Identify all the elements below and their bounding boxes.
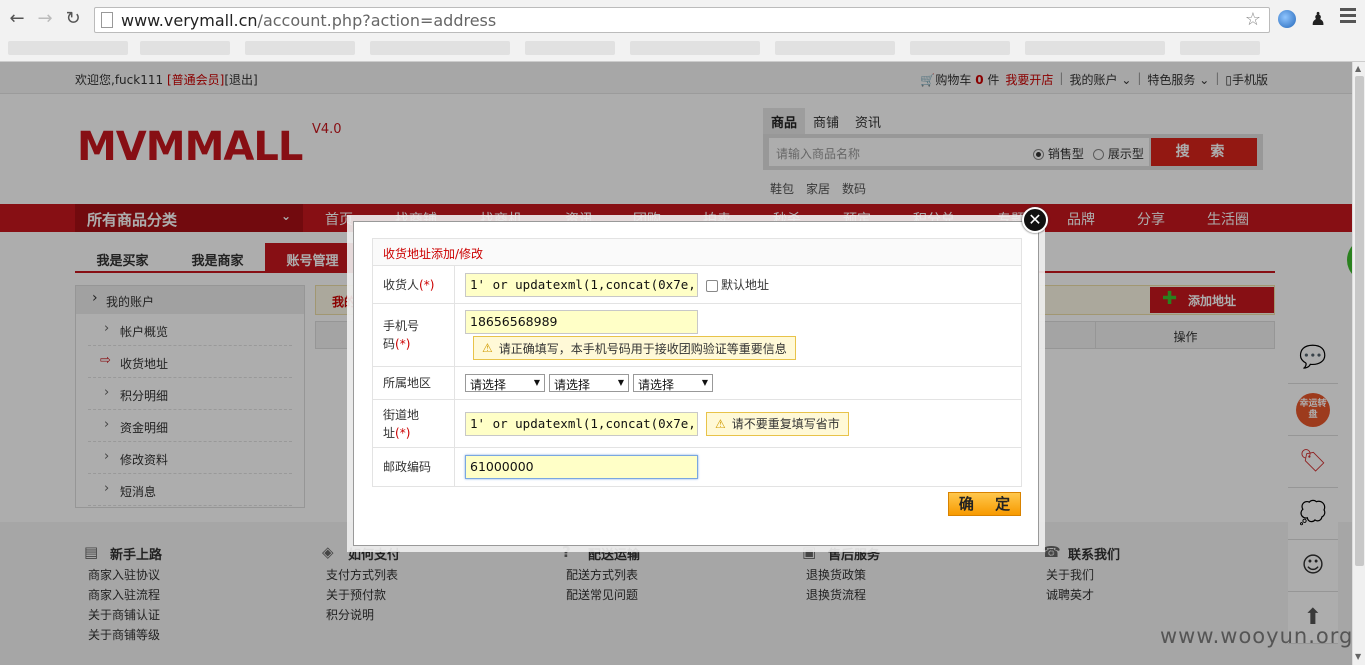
warning-icon: ⚠ — [715, 416, 726, 431]
district-select[interactable]: 请选择 ▼ — [633, 374, 713, 392]
dropdown-arrow-icon: ▼ — [533, 378, 540, 387]
zip-input[interactable]: 61000000 — [465, 455, 698, 479]
consignee-input[interactable]: 1' or updatexml(1,concat(0x7e,(user( — [465, 272, 698, 297]
consignee-value-cell: 1' or updatexml(1,concat(0x7e,(user( 默认地… — [455, 266, 1021, 303]
bookmark-item[interactable] — [1025, 41, 1165, 55]
browser-menu-icon[interactable] — [1340, 8, 1356, 26]
scroll-thumb[interactable] — [1355, 76, 1364, 566]
url-path: /account.php?action=address — [257, 11, 497, 30]
row-phone: 手机号 码(*) 18656568989 ⚠ 请正确填写，本手机号码用于接收团购验证… — [373, 304, 1021, 367]
bookmark-item[interactable] — [245, 41, 355, 55]
url-text[interactable]: www.verymall.cn/account.php?action=addre… — [121, 11, 496, 30]
address-bar[interactable]: www.verymall.cn/account.php?action=addre… — [94, 7, 1270, 33]
page-icon — [101, 12, 113, 28]
confirm-button[interactable]: 确 定 — [948, 492, 1021, 516]
zip-value-cell: 61000000 — [455, 448, 1021, 486]
default-address-checkbox[interactable]: 默认地址 — [706, 276, 769, 293]
bookmark-item[interactable] — [630, 41, 760, 55]
street-warning: ⚠ 请不要重复填写省市 — [706, 411, 849, 436]
phone-input[interactable]: 18656568989 — [465, 310, 698, 334]
bookmarks-bar — [0, 38, 1365, 60]
dropdown-arrow-icon: ▼ — [701, 378, 708, 387]
forward-arrow-icon[interactable]: → — [34, 8, 56, 30]
browser-chrome: ← → ↻ www.verymall.cn/account.php?action… — [0, 0, 1365, 62]
reload-icon[interactable]: ↻ — [62, 8, 84, 30]
bookmark-item[interactable] — [370, 41, 510, 55]
bookmark-item[interactable] — [910, 41, 1010, 55]
phone-label: 手机号 码(*) — [373, 304, 455, 366]
bookmark-item[interactable] — [140, 41, 230, 55]
page-scrollbar[interactable]: ▲ ▼ — [1352, 62, 1365, 665]
bookmark-item[interactable] — [525, 41, 615, 55]
globe-extension-icon[interactable] — [1278, 10, 1296, 28]
row-zip: 邮政编码 61000000 — [373, 448, 1021, 486]
scroll-up-arrow-icon[interactable]: ▲ — [1355, 64, 1361, 73]
region-label: 所属地区 — [373, 367, 455, 399]
bookmark-item[interactable] — [8, 41, 128, 55]
flask-extension-icon[interactable]: ♟ — [1310, 9, 1326, 30]
address-modal: 收货地址添加/修改 收货人 (*) 1' or updatexml(1,conca… — [353, 221, 1039, 546]
row-region: 所属地区 请选择 ▼ 请选择 ▼ 请选择 ▼ — [373, 367, 1021, 400]
bookmark-item[interactable] — [1180, 41, 1260, 55]
phone-value-cell: 18656568989 ⚠ 请正确填写，本手机号码用于接收团购验证等重要信息 — [455, 304, 1021, 366]
form-title: 收货地址添加/修改 — [373, 239, 1021, 266]
address-form: 收货地址添加/修改 收货人 (*) 1' or updatexml(1,conca… — [372, 238, 1022, 487]
city-select[interactable]: 请选择 ▼ — [549, 374, 629, 392]
consignee-label: 收货人 (*) — [373, 266, 455, 303]
bookmark-star-icon[interactable]: ☆ — [1245, 9, 1261, 30]
row-consignee: 收货人(*) 1' or updatexml(1,concat(0x7e,(us… — [373, 266, 1021, 304]
back-arrow-icon[interactable]: ← — [6, 8, 28, 30]
phone-warning: ⚠ 请正确填写，本手机号码用于接收团购验证等重要信息 — [473, 336, 796, 360]
zip-label: 邮政编码 — [373, 448, 455, 486]
watermark: www.wooyun.org — [1160, 624, 1354, 648]
region-value-cell: 请选择 ▼ 请选择 ▼ 请选择 ▼ — [455, 367, 1021, 399]
scroll-down-arrow-icon[interactable]: ▼ — [1355, 652, 1361, 661]
url-host: www.verymall.cn — [121, 11, 258, 30]
bookmark-item[interactable] — [775, 41, 895, 55]
phone-warn-wrap: ⚠ 请正确填写，本手机号码用于接收团购验证等重要信息 — [465, 336, 1011, 360]
close-icon[interactable]: ✕ — [1022, 207, 1048, 233]
province-select[interactable]: 请选择 ▼ — [465, 374, 545, 392]
warning-icon: ⚠ — [482, 341, 493, 355]
browser-nav-buttons: ← → ↻ — [6, 8, 84, 32]
dropdown-arrow-icon: ▼ — [617, 378, 624, 387]
street-label: 街道地 址(*) — [373, 400, 455, 447]
street-value-cell: 1' or updatexml(1,concat(0x7e,(user( ⚠请不… — [455, 400, 1021, 447]
checkbox-icon — [706, 279, 718, 292]
row-street: 街道地址(*) 1' or updatexml(1,concat(0x7e,(u… — [373, 400, 1021, 448]
street-input[interactable]: 1' or updatexml(1,concat(0x7e,(user( — [465, 411, 698, 436]
